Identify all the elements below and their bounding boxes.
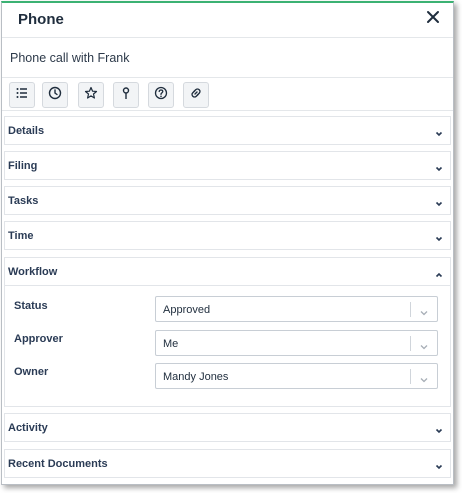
section-details[interactable]: Details: [4, 116, 451, 145]
status-value: Approved: [163, 304, 211, 316]
section-activity-label: Activity: [8, 422, 48, 434]
section-recent-documents[interactable]: Recent Documents: [4, 449, 451, 478]
chevron-down-icon: [419, 339, 429, 350]
chevron-down-icon: [434, 161, 444, 172]
help-icon: [154, 86, 168, 105]
approver-label: Approver: [14, 333, 63, 345]
status-select[interactable]: Approved: [155, 296, 438, 322]
dialog-title: Phone: [18, 11, 64, 28]
section-recent-documents-label: Recent Documents: [8, 458, 108, 470]
section-filing-label: Filing: [8, 160, 38, 172]
list-button[interactable]: [9, 82, 35, 108]
chevron-down-icon: [434, 196, 444, 207]
section-tasks[interactable]: Tasks: [4, 186, 451, 215]
section-time-label: Time: [8, 230, 34, 242]
owner-value: Mandy Jones: [163, 371, 229, 383]
subtitle-row: Phone call with Frank: [2, 37, 453, 77]
help-button[interactable]: [148, 82, 174, 108]
chevron-down-icon: [434, 231, 444, 242]
history-button[interactable]: [42, 82, 68, 108]
section-workflow[interactable]: Workflow: [4, 257, 451, 286]
pin-button[interactable]: [113, 82, 139, 108]
star-icon: [84, 86, 98, 105]
dialog-header: Phone: [2, 3, 453, 37]
section-time[interactable]: Time: [4, 221, 451, 250]
section-workflow-label: Workflow: [8, 266, 58, 278]
dialog-subtitle: Phone call with Frank: [10, 51, 130, 65]
chevron-down-icon: [434, 423, 444, 434]
owner-label: Owner: [14, 366, 49, 378]
chevron-down-icon: [419, 305, 429, 316]
pin-icon: [119, 86, 133, 105]
chevron-down-icon: [434, 459, 444, 470]
chevron-up-icon: [434, 267, 444, 278]
favorite-button[interactable]: [78, 82, 104, 108]
chevron-down-icon: [434, 126, 444, 137]
list-icon: [15, 86, 29, 105]
select-divider: [410, 302, 411, 317]
workflow-panel: Status Approved Approver Me Owner Mandy …: [4, 286, 451, 407]
link-icon: [189, 86, 203, 105]
phone-dialog: Phone Phone call with Frank Details Fili…: [1, 1, 454, 485]
owner-select[interactable]: Mandy Jones: [155, 363, 438, 389]
close-icon[interactable]: [423, 7, 443, 27]
approver-select[interactable]: Me: [155, 330, 438, 356]
chevron-down-icon: [419, 372, 429, 383]
select-divider: [410, 336, 411, 351]
toolbar: [2, 77, 453, 111]
approver-value: Me: [163, 338, 179, 350]
link-button[interactable]: [183, 82, 209, 108]
section-details-label: Details: [8, 125, 45, 137]
status-label: Status: [14, 300, 48, 312]
section-filing[interactable]: Filing: [4, 151, 451, 180]
clock-icon: [48, 86, 62, 105]
section-activity[interactable]: Activity: [4, 413, 451, 442]
select-divider: [410, 369, 411, 384]
section-tasks-label: Tasks: [8, 195, 39, 207]
